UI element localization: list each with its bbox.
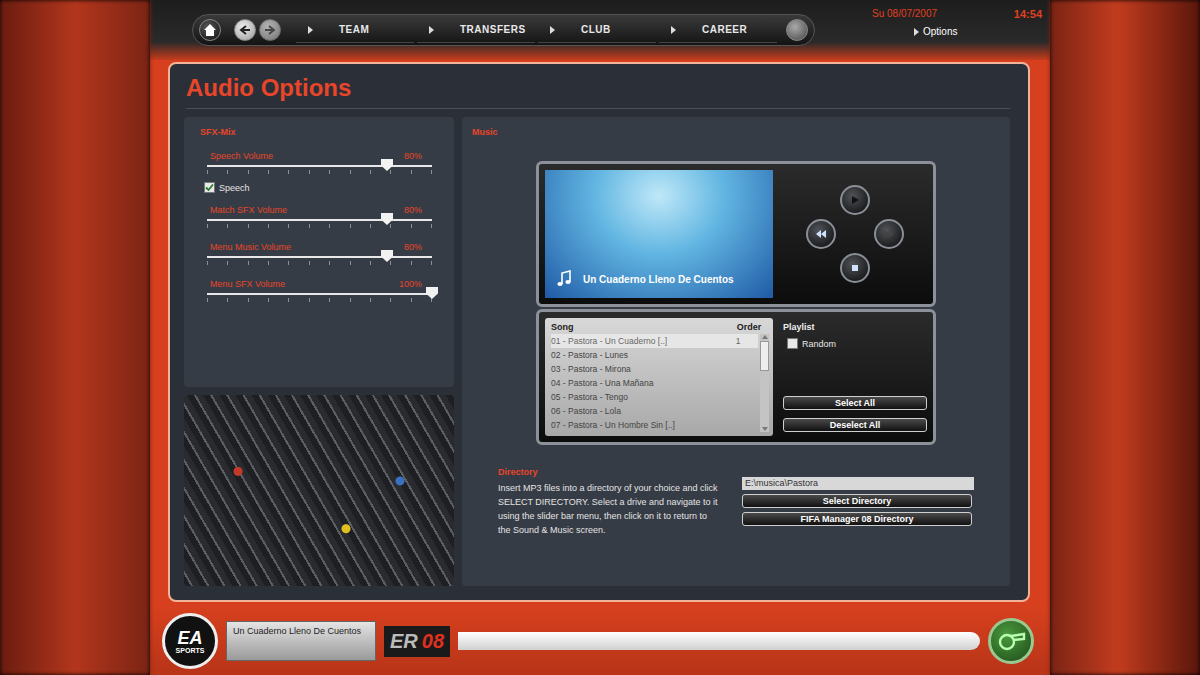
player-screen: Un Cuaderno Lleno De Cuentos	[545, 170, 773, 298]
triangle-icon	[671, 26, 676, 34]
triangle-icon	[914, 28, 919, 36]
directory-section: Directory Insert MP3 files into a directo…	[462, 445, 1010, 537]
arrow-left-icon	[239, 24, 251, 36]
playlist-title: Playlist	[783, 322, 927, 332]
music-note-icon	[555, 270, 573, 288]
volume-slider[interactable]: Speech Volume80%	[200, 151, 432, 174]
song-row[interactable]: 07 - Pastora - Un Hombre Sin [..]	[551, 418, 758, 432]
triangle-icon	[550, 26, 555, 34]
directory-button[interactable]: FIFA Manager 08 Directory	[742, 512, 972, 526]
slider-ticks	[207, 224, 432, 228]
nav-tab[interactable]: CLUB	[538, 17, 656, 43]
rewind-icon	[815, 229, 827, 239]
game-window: TEAMTRANSFERSCLUBCAREER Su 08/07/2007 14:5…	[150, 0, 1050, 675]
list-header: SongOrder	[551, 322, 769, 334]
triangle-icon	[429, 26, 434, 34]
slider-track[interactable]	[207, 293, 432, 295]
home-button[interactable]	[199, 19, 221, 41]
home-icon	[203, 23, 217, 37]
music-panel: Music Un Cuaderno Lleno De Cuentos SongOrd…	[462, 117, 1010, 586]
arrow-right-icon	[264, 24, 276, 36]
forward-button[interactable]	[259, 19, 281, 41]
directory-button[interactable]: Select Directory	[742, 494, 972, 508]
slider-ticks	[207, 170, 432, 174]
panel-title: Music	[462, 117, 1010, 151]
sfx-mix-panel: SFX-MixSpeech Volume80% Speech Match SFX V…	[184, 117, 454, 387]
audio-options-panel: Audio Options SFX-MixSpeech Volume80% Spee…	[168, 62, 1030, 602]
previous-button[interactable]	[806, 219, 836, 249]
song-row[interactable]: 04 - Pastora - Una Mañana	[551, 376, 758, 390]
blurred-side	[1050, 0, 1200, 675]
blurred-side	[0, 0, 150, 675]
check-icon	[205, 183, 214, 192]
triangle-icon	[308, 26, 313, 34]
song-row[interactable]: 05 - Pastora - Tengo	[551, 390, 758, 404]
top-bar: TEAMTRANSFERSCLUBCAREER Su 08/07/2007 14:5…	[150, 0, 1050, 60]
mixer-photo	[184, 395, 454, 586]
random-checkbox[interactable]: Random	[787, 338, 927, 349]
clock-area: Su 08/07/2007 14:54 Options	[872, 0, 1042, 37]
page-title: Audio Options	[186, 74, 1010, 109]
options-link[interactable]: Options	[872, 26, 1042, 37]
checkbox[interactable]	[787, 338, 798, 349]
slider-track[interactable]	[207, 256, 432, 258]
checkbox[interactable]	[204, 182, 215, 193]
speech-checkbox[interactable]: Speech	[204, 182, 432, 193]
now-playing-box: Un Cuaderno Lleno De Cuentos	[226, 621, 376, 661]
stage: Audio Options SFX-MixSpeech Volume80% Spee…	[150, 60, 1050, 607]
directory-title: Directory	[498, 467, 718, 477]
whistle-icon	[996, 629, 1026, 653]
next-button[interactable]	[874, 219, 904, 249]
song-row[interactable]: 01 - Pastora - Un Cuaderno [..]1	[551, 334, 758, 348]
stop-icon	[850, 263, 860, 273]
play-button[interactable]	[840, 185, 870, 215]
nav-tab[interactable]: TRANSFERS	[417, 17, 535, 43]
stop-button[interactable]	[840, 253, 870, 283]
back-button[interactable]	[234, 19, 256, 41]
playlist-box: SongOrder01 - Pastora - Un Cuaderno [..]…	[536, 309, 936, 445]
song-list: SongOrder01 - Pastora - Un Cuaderno [..]…	[545, 318, 773, 436]
playlist-button[interactable]: Deselect All	[783, 418, 927, 432]
panel-title: SFX-Mix	[200, 117, 432, 151]
ea-sports-logo: EASPORTS	[162, 613, 218, 669]
directory-help: Insert MP3 files into a directory of you…	[498, 481, 718, 537]
fast-forward-icon	[883, 229, 895, 239]
message-bar	[458, 632, 980, 650]
nav-bar: TEAMTRANSFERSCLUBCAREER	[192, 14, 815, 46]
play-icon	[850, 195, 860, 205]
continue-button[interactable]	[988, 618, 1034, 664]
volume-slider[interactable]: Menu Music Volume80%	[200, 242, 432, 265]
volume-slider[interactable]: Menu SFX Volume100%	[200, 279, 432, 302]
music-player: Un Cuaderno Lleno De Cuentos	[536, 161, 936, 307]
slider-track[interactable]	[207, 219, 432, 221]
date: Su 08/07/2007	[872, 8, 937, 20]
song-row[interactable]: 03 - Pastora - Mirona	[551, 362, 758, 376]
directory-path-field[interactable]: E:\musica\Pastora	[742, 477, 974, 490]
slider-thumb[interactable]	[426, 287, 438, 299]
slider-ticks	[207, 298, 432, 302]
nav-tab[interactable]: TEAM	[296, 17, 414, 43]
player-controls	[783, 170, 927, 298]
now-playing: Un Cuaderno Lleno De Cuentos	[583, 274, 734, 285]
playlist-button[interactable]: Select All	[783, 396, 927, 410]
scrollbar[interactable]	[760, 334, 769, 432]
nav-tab[interactable]: CAREER	[659, 17, 777, 43]
menu-button[interactable]	[786, 19, 808, 41]
screen: TEAMTRANSFERSCLUBCAREER Su 08/07/2007 14:5…	[0, 0, 1200, 675]
slider-ticks	[207, 261, 432, 265]
song-row[interactable]: 06 - Pastora - Lola	[551, 404, 758, 418]
song-row[interactable]: 02 - Pastora - Lunes	[551, 348, 758, 362]
slider-track[interactable]	[207, 165, 432, 167]
bottom-bar: EASPORTSUn Cuaderno Lleno De Cuentos ER08	[150, 607, 1050, 675]
brand-logo: ER08	[384, 626, 450, 657]
volume-slider[interactable]: Match SFX Volume80%	[200, 205, 432, 228]
time: 14:54	[1014, 8, 1042, 20]
